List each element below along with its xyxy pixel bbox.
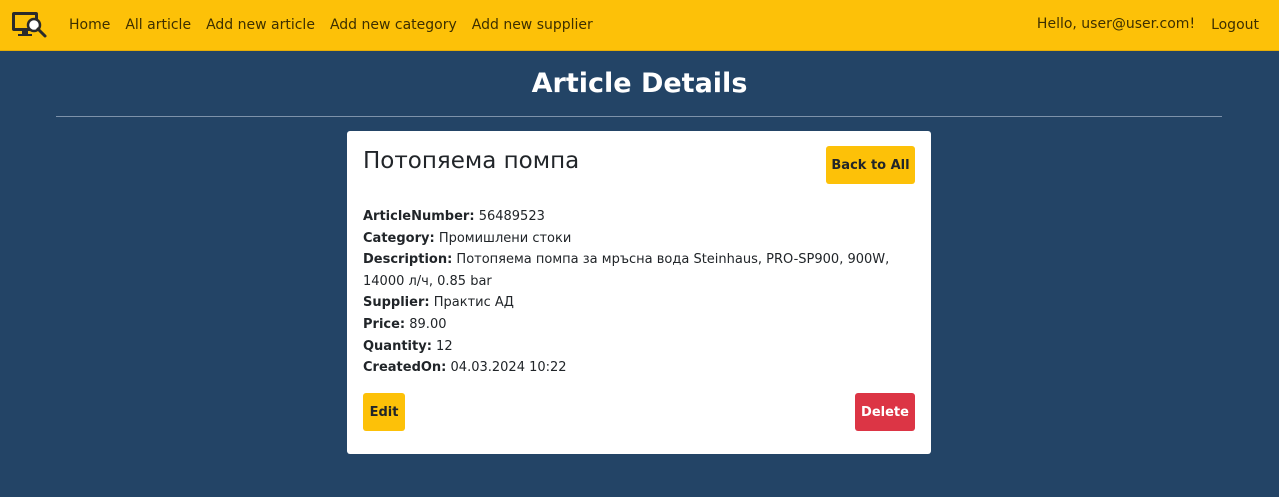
- field-value: 12: [436, 338, 453, 354]
- nav-user-area: Hello, user@user.com! Logout: [1037, 0, 1259, 50]
- field-label: Quantity:: [363, 338, 432, 354]
- field-value: 04.03.2024 10:22: [450, 360, 567, 376]
- field-created-on: CreatedOn: 04.03.2024 10:22: [363, 357, 915, 379]
- field-price: Price: 89.00: [363, 314, 915, 336]
- field-value: Промишлени стоки: [438, 230, 572, 246]
- logout-link[interactable]: Logout: [1211, 17, 1259, 33]
- field-category: Category: Промишлени стоки: [363, 228, 915, 250]
- top-navbar: Home All article Add new article Add new…: [0, 0, 1279, 51]
- article-name: Потопяема помпа: [363, 148, 580, 174]
- field-label: Price:: [363, 316, 406, 332]
- article-details-card: Потопяема помпа Back to All ArticleNumbe…: [347, 131, 931, 454]
- nav-links: Home All article Add new article Add new…: [69, 0, 608, 50]
- nav-link-home[interactable]: Home: [69, 17, 110, 33]
- back-to-all-button[interactable]: Back to All: [826, 146, 915, 184]
- user-greeting[interactable]: Hello, user@user.com!: [1037, 16, 1195, 32]
- nav-link-add-article[interactable]: Add new article: [206, 17, 315, 33]
- delete-button[interactable]: Delete: [855, 393, 915, 431]
- field-description: Description: Потопяема помпа за мръсна в…: [363, 249, 915, 292]
- page-title: Article Details: [531, 68, 748, 99]
- field-value: 56489523: [478, 209, 545, 224]
- field-quantity: Quantity: 12: [363, 336, 915, 358]
- field-label: Category:: [363, 230, 435, 246]
- field-value: 89.00: [409, 316, 447, 332]
- field-label: CreatedOn:: [363, 360, 447, 376]
- field-label: ArticleNumber:: [363, 209, 475, 224]
- title-divider: [56, 116, 1222, 117]
- article-fields: ArticleNumber: 56489523 Category: Промиш…: [363, 206, 915, 379]
- field-article-number: ArticleNumber: 56489523: [363, 206, 915, 228]
- edit-button[interactable]: Edit: [363, 393, 405, 431]
- nav-link-add-supplier[interactable]: Add new supplier: [472, 17, 593, 33]
- field-label: Supplier:: [363, 295, 430, 311]
- field-value: Практис АД: [433, 295, 514, 311]
- nav-link-add-category[interactable]: Add new category: [330, 17, 457, 33]
- nav-link-all-article[interactable]: All article: [125, 17, 191, 33]
- field-label: Description:: [363, 252, 453, 268]
- monitor-search-logo-icon[interactable]: [10, 10, 48, 40]
- field-supplier: Supplier: Практис АД: [363, 292, 915, 314]
